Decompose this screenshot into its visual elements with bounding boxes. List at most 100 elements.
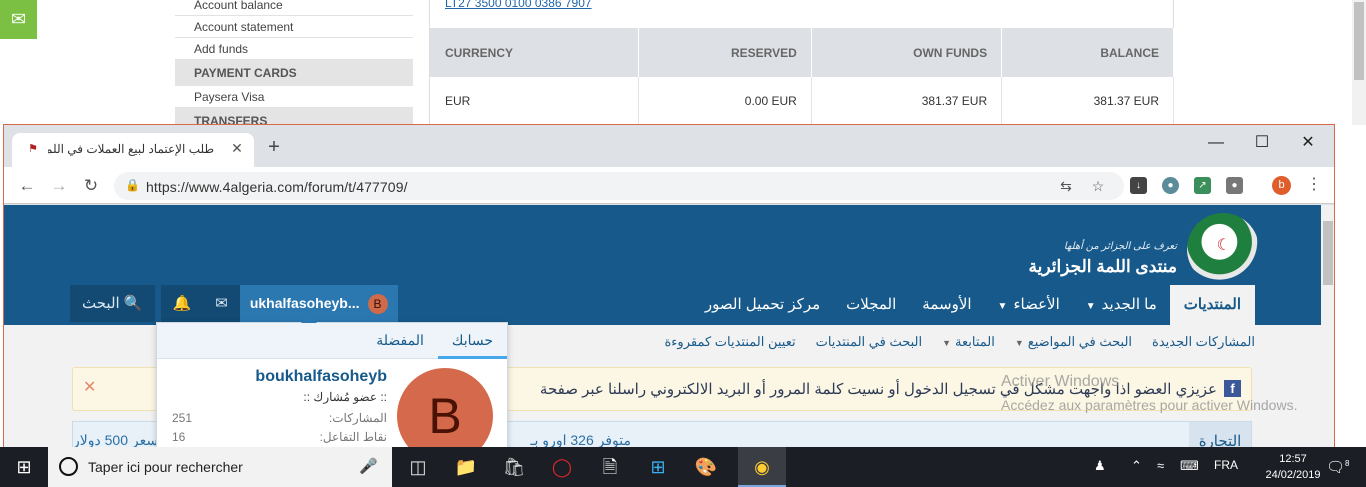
file-explorer-icon[interactable]: 📁 xyxy=(442,447,490,487)
cell-own-funds: 381.37 EUR xyxy=(811,77,1003,124)
inbox-envelope-icon[interactable]: ✉ xyxy=(203,285,240,322)
wifi-icon[interactable]: ≈ xyxy=(1157,458,1164,473)
caret-down-icon[interactable]: ▼ xyxy=(998,301,1008,312)
alerts-bell-icon[interactable]: 🔔 xyxy=(160,285,204,322)
activation-watermark-text: Accédez aux paramètres pour activer Wind… xyxy=(1001,397,1298,413)
forward-arrow-icon[interactable]: → xyxy=(48,175,70,197)
activation-watermark-title: Activer Windows xyxy=(1001,373,1120,390)
reload-icon[interactable]: ↻ xyxy=(80,175,102,197)
chrome-icon[interactable]: ◉ xyxy=(738,447,786,487)
page-scrollbar[interactable] xyxy=(1321,205,1334,448)
background-scrollbar[interactable] xyxy=(1352,0,1366,125)
iban-link[interactable]: LT27 3500 0100 0386 7907 xyxy=(445,0,592,10)
profile-avatar[interactable]: b xyxy=(1272,176,1291,195)
scrollbar-thumb[interactable] xyxy=(1354,2,1364,80)
taskbar-search-box[interactable]: Taper ici pour rechercher 🎤 xyxy=(48,447,392,487)
store-icon[interactable]: 🛍 xyxy=(490,447,538,487)
translate-icon[interactable]: ⇆ xyxy=(1058,178,1074,194)
nav-members-label: الأعضاء xyxy=(1013,296,1060,313)
nav-badges[interactable]: الأوسمة xyxy=(909,285,984,325)
cell-reserved: 0.00 EUR xyxy=(638,77,812,124)
nav-forums[interactable]: المنتديات xyxy=(1169,285,1255,325)
tab-your-account[interactable]: حسابك xyxy=(437,323,507,359)
minimize-button[interactable]: — xyxy=(1196,130,1236,156)
language-indicator[interactable]: FRA xyxy=(1214,458,1238,472)
subnav-new-posts[interactable]: المشاركات الجديدة xyxy=(1152,334,1255,350)
subnav-search-forums[interactable]: البحث في المنتديات xyxy=(816,334,923,350)
logo-subtitle: تعرف على الجزائر من أهلها xyxy=(1063,241,1177,252)
subnav-watched-label: المتابعة xyxy=(955,334,995,349)
address-bar[interactable]: 🔒 https://www.4algeria.com/forum/t/47770… xyxy=(114,172,1124,200)
logo-title: منتدى اللمة الجزائرية xyxy=(1028,257,1177,276)
nav-magazines[interactable]: المجلات xyxy=(833,285,909,325)
nav-image-upload[interactable]: مركز تحميل الصور xyxy=(692,285,833,325)
cortana-circle-icon xyxy=(59,457,78,476)
windows-start-icon[interactable]: ⊞ xyxy=(0,447,48,487)
green-extension-icon[interactable]: ↗ xyxy=(1194,177,1211,194)
nav-whats-new[interactable]: ما الجديد ▼ xyxy=(1073,285,1170,325)
caret-down-icon[interactable]: ▼ xyxy=(1086,301,1096,312)
tab-favorites[interactable]: المفضلة xyxy=(362,323,438,359)
spy-extension-icon[interactable]: ● xyxy=(1226,177,1243,194)
facebook-icon[interactable]: f xyxy=(1224,380,1241,397)
subnav-search-threads-label: البحث في المواضيع xyxy=(1027,334,1133,349)
windows-app-icon[interactable]: ⊞ xyxy=(634,447,682,487)
maximize-button[interactable]: ☐ xyxy=(1242,130,1282,156)
subnav-search-threads[interactable]: البحث في المواضيع▼ xyxy=(1015,334,1132,350)
opera-icon[interactable]: ◯ xyxy=(538,447,586,487)
column-own-funds: OWN FUNDS xyxy=(811,28,1003,77)
forum-logo[interactable]: ☾ تعرف على الجزائر من أهلها منتدى اللمة … xyxy=(1029,213,1259,288)
taskbar-clock[interactable]: 12:57 24/02/2019 xyxy=(1265,451,1321,483)
subnav-mark-read[interactable]: تعيين المنتديات كمقروءة xyxy=(665,334,796,350)
forum-header: ☾ تعرف على الجزائر من أهلها منتدى اللمة … xyxy=(4,205,1321,325)
tab-strip: ⚑ طلب الإعتماد لبيع العملات في اللمة ✕ +… xyxy=(4,125,1334,167)
sidebar-link-add-funds[interactable]: Add funds xyxy=(175,38,413,60)
people-icon[interactable]: ♟ xyxy=(1094,458,1106,474)
popup-tabs: حسابك المفضلة xyxy=(157,323,507,359)
clock-time: 12:57 xyxy=(1279,453,1307,465)
task-view-icon[interactable]: ◫ xyxy=(394,447,442,487)
sidebar-link-account-statement[interactable]: Account statement xyxy=(175,16,413,38)
caret-down-icon[interactable]: ▼ xyxy=(942,338,951,348)
stat-posts-label: المشاركات: xyxy=(328,411,387,425)
sidebar-link-account-balance[interactable]: Account balance xyxy=(175,0,413,16)
download-extension-icon[interactable]: ↓ xyxy=(1130,177,1147,194)
popup-username[interactable]: boukhalfasoheyb xyxy=(255,368,387,386)
balance-panel: LT27 3500 0100 0386 7907 CURRENCY RESERV… xyxy=(429,0,1174,125)
new-tab-button[interactable]: + xyxy=(264,137,284,158)
balance-table: CURRENCY RESERVED OWN FUNDS BALANCE EUR … xyxy=(430,28,1174,124)
browser-tab[interactable]: ⚑ طلب الإعتماد لبيع العملات في اللمة ✕ xyxy=(12,133,254,167)
circle-extension-icon[interactable]: ● xyxy=(1162,177,1179,194)
notification-center-icon[interactable]: 🗨8 xyxy=(1326,458,1350,476)
sidebar-link-paysera-visa[interactable]: Paysera Visa xyxy=(175,86,413,108)
back-arrow-icon[interactable]: ← xyxy=(16,175,38,197)
search-label: البحث xyxy=(82,295,120,312)
chat-bubble-icon[interactable]: ✉ xyxy=(0,0,37,39)
close-icon[interactable]: ✕ xyxy=(83,377,96,397)
scrollbar-thumb[interactable] xyxy=(1323,221,1333,285)
nav-members[interactable]: الأعضاء ▼ xyxy=(985,285,1073,325)
close-window-button[interactable]: ✕ xyxy=(1288,130,1328,156)
chrome-menu-icon[interactable]: ⋮ xyxy=(1306,175,1322,195)
tab-close-icon[interactable]: ✕ xyxy=(228,139,246,157)
bookmark-star-icon[interactable]: ☆ xyxy=(1090,178,1106,194)
taskbar-search-placeholder[interactable]: Taper ici pour rechercher xyxy=(88,459,243,475)
url-text[interactable]: https://www.4algeria.com/forum/t/477709/ xyxy=(146,179,408,195)
user-account-button[interactable]: ukhalfasoheyb... B xyxy=(239,285,398,322)
lock-icon[interactable]: 🔒 xyxy=(125,178,140,192)
avatar: B xyxy=(367,293,388,314)
column-reserved: RESERVED xyxy=(638,28,812,77)
microphone-icon[interactable]: 🎤 xyxy=(359,457,378,475)
search-button[interactable]: البحث 🔍 xyxy=(70,285,155,322)
sub-nav: المشاركات الجديدة البحث في المواضيع▼ الم… xyxy=(665,325,1256,359)
subnav-watched[interactable]: المتابعة ▼ xyxy=(942,334,995,350)
caret-down-icon[interactable]: ▼ xyxy=(1015,338,1024,348)
paint-icon[interactable]: 🎨 xyxy=(682,447,730,487)
avatar[interactable]: B xyxy=(397,368,493,448)
tab-title: طلب الإعتماد لبيع العملات في اللمة xyxy=(48,142,214,156)
category-label[interactable]: التجارة xyxy=(1189,422,1251,448)
chevron-up-icon[interactable]: ⌃ xyxy=(1131,458,1142,474)
search-icon: 🔍 xyxy=(123,295,143,312)
notepad-icon[interactable]: 🗎 xyxy=(586,447,634,487)
keyboard-icon[interactable]: ⌨ xyxy=(1180,458,1199,474)
